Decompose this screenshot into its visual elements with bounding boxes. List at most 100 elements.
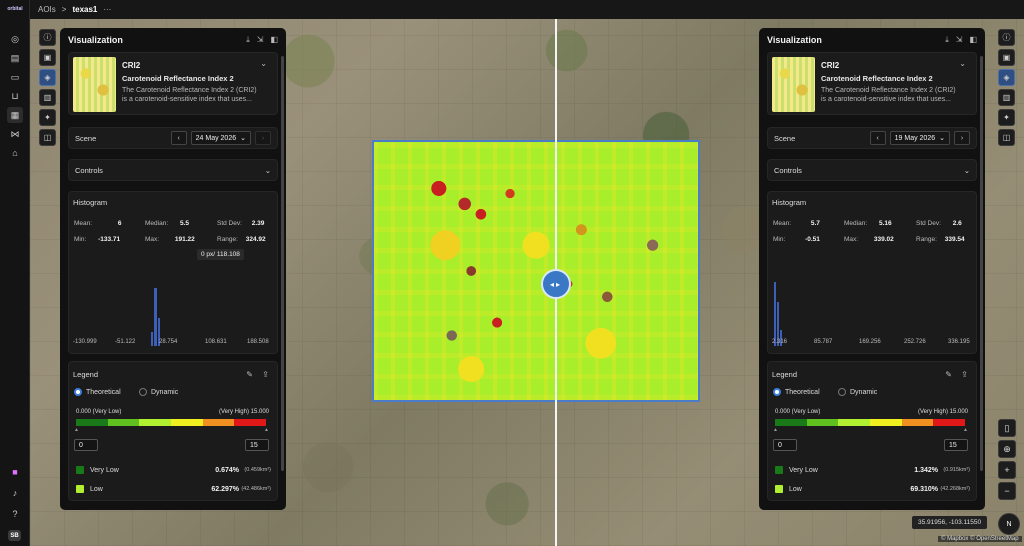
min-value-input[interactable]: 0 xyxy=(74,439,98,451)
sparkle-icon[interactable]: ✦ xyxy=(39,109,56,126)
radio-unselected-icon xyxy=(139,388,147,396)
previous-scene-button[interactable]: ‹ xyxy=(170,131,187,145)
class-swatch xyxy=(76,485,84,493)
class-percent: 69.310% xyxy=(910,485,938,493)
panel-scrollbar[interactable] xyxy=(281,56,284,471)
scene-date-select[interactable]: 24 May 2026 ⌄ xyxy=(190,131,251,145)
next-scene-button[interactable]: › xyxy=(954,131,970,145)
scene-date-select[interactable]: 19 May 2026 ⌄ xyxy=(889,131,950,145)
chevron-down-icon[interactable]: ⌄ xyxy=(959,59,966,68)
slider-handle-high-icon[interactable]: ▲ xyxy=(963,427,968,433)
chart-icon[interactable]: ▥ xyxy=(998,89,1015,106)
histogram-tick: 108.631 xyxy=(205,339,227,345)
panel-toggle-icon[interactable]: ◧ xyxy=(270,35,278,45)
class-percent: 1.342% xyxy=(914,466,938,474)
histogram-title: Histogram xyxy=(772,198,807,207)
map-attribution[interactable]: © Mapbox © OpenStreetMap xyxy=(938,536,1022,542)
image-icon[interactable]: ▣ xyxy=(39,49,56,66)
apps-nav-icon[interactable]: ■ xyxy=(9,466,21,478)
mean-stat: Mean: 5.7 xyxy=(773,220,820,227)
scene-label: Scene xyxy=(774,133,796,143)
scene-row: Scene ‹ 24 May 2026 ⌄ › xyxy=(68,127,278,149)
max-value-input[interactable]: 15 xyxy=(245,439,269,451)
sparkle-icon[interactable]: ✦ xyxy=(998,109,1015,126)
max-value-input[interactable]: 15 xyxy=(944,439,968,451)
mean-label: Mean: xyxy=(773,220,792,227)
dynamic-label: Dynamic xyxy=(151,388,179,396)
theoretical-radio[interactable]: Theoretical xyxy=(773,388,820,396)
split-view-icon[interactable]: ◫ xyxy=(998,129,1015,146)
max-value: 191.22 xyxy=(174,236,195,243)
class-swatch xyxy=(775,466,783,474)
slider-handle-high-icon[interactable]: ▲ xyxy=(264,427,269,433)
left-tool-column: ⓘ ▣ ◈ ▥ ✦ ◫ xyxy=(39,29,57,146)
collapse-icon[interactable]: ⇲ xyxy=(956,35,963,45)
next-scene-button[interactable]: › xyxy=(255,131,271,145)
panel-scrollbar[interactable] xyxy=(980,56,983,471)
min-value: -0.51 xyxy=(805,236,820,243)
layer-card[interactable]: CRI2 Carotenoid Reflectance Index 2 The … xyxy=(68,52,278,115)
min-value-input[interactable]: 0 xyxy=(773,439,797,451)
color-scale-bar[interactable] xyxy=(76,419,267,426)
median-value: 5.5 xyxy=(179,220,189,227)
app-logo[interactable]: orbital xyxy=(7,6,23,14)
breadcrumb-root[interactable]: AOIs xyxy=(38,5,56,14)
panel-toggle-icon[interactable]: ◧ xyxy=(969,35,977,45)
median-label: Median: xyxy=(844,220,868,227)
theoretical-radio[interactable]: Theoretical xyxy=(74,388,121,396)
dynamic-radio[interactable]: Dynamic xyxy=(139,388,178,396)
cart-nav-icon[interactable]: ⊔ xyxy=(9,90,21,102)
info-icon[interactable]: ⓘ xyxy=(39,29,56,46)
layer-card[interactable]: CRI2 Carotenoid Reflectance Index 2 The … xyxy=(767,52,977,115)
workflow-nav-icon[interactable]: ⋈ xyxy=(9,128,21,140)
bell-nav-icon[interactable]: ♪ xyxy=(9,487,21,499)
export-icon[interactable]: ⇪ xyxy=(961,370,968,379)
truck-nav-icon[interactable]: ▭ xyxy=(9,71,21,83)
panel-title: Visualization xyxy=(68,35,123,45)
std-value: 2.6 xyxy=(952,220,962,227)
compass-nav-icon[interactable]: ◎ xyxy=(9,33,21,45)
class-area: (0.915km²) xyxy=(943,467,970,473)
zoom-out-button[interactable]: − xyxy=(998,482,1016,500)
building-nav-icon[interactable]: ⌂ xyxy=(9,147,21,159)
download-icon[interactable]: ⤓ xyxy=(945,35,949,45)
controls-accordion[interactable]: Controls ⌄ xyxy=(767,159,977,181)
median-label: Median: xyxy=(145,220,169,227)
previous-scene-button[interactable]: ‹ xyxy=(869,131,886,145)
slider-handle-low-icon[interactable]: ▲ xyxy=(74,427,79,433)
class-percent: 62.297% xyxy=(211,485,239,493)
compare-swipe-handle[interactable]: ◂▸ xyxy=(541,269,571,299)
edit-icon[interactable]: ✎ xyxy=(246,370,253,379)
dynamic-radio[interactable]: Dynamic xyxy=(838,388,877,396)
zoom-in-button[interactable]: + xyxy=(998,461,1016,479)
mean-value: 6 xyxy=(117,220,122,227)
image-icon[interactable]: ▣ xyxy=(998,49,1015,66)
more-options-icon[interactable]: ··· xyxy=(103,5,111,14)
book-icon[interactable]: ▯ xyxy=(998,419,1016,437)
compass-button[interactable]: N xyxy=(998,513,1020,535)
map-nav-icon[interactable]: ▦ xyxy=(7,107,23,123)
scene-date-value: 24 May 2026 xyxy=(195,134,237,142)
edit-icon[interactable]: ✎ xyxy=(945,370,952,379)
inbox-nav-icon[interactable]: ▤ xyxy=(9,52,21,64)
right-tool-column: ⓘ ▣ ◈ ▥ ✦ ◫ xyxy=(998,29,1016,146)
controls-accordion[interactable]: Controls ⌄ xyxy=(68,159,278,181)
avatar[interactable]: SB xyxy=(8,530,21,541)
layer-thumbnail xyxy=(73,57,116,112)
download-icon[interactable]: ⤓ xyxy=(246,35,250,45)
collapse-icon[interactable]: ⇲ xyxy=(257,35,264,45)
split-view-icon[interactable]: ◫ xyxy=(39,129,56,146)
layers-icon[interactable]: ◈ xyxy=(998,69,1015,86)
chart-icon[interactable]: ▥ xyxy=(39,89,56,106)
controls-label: Controls xyxy=(774,165,802,175)
chevron-down-icon[interactable]: ⌄ xyxy=(260,59,267,68)
color-scale-bar[interactable] xyxy=(775,419,966,426)
export-icon[interactable]: ⇪ xyxy=(262,370,269,379)
help-nav-icon[interactable]: ? xyxy=(9,508,21,520)
locate-icon[interactable]: ⊕ xyxy=(998,440,1016,458)
layers-icon[interactable]: ◈ xyxy=(39,69,56,86)
info-icon[interactable]: ⓘ xyxy=(998,29,1015,46)
max-label: Max: xyxy=(844,236,859,243)
min-label: Min: xyxy=(773,236,786,243)
slider-handle-low-icon[interactable]: ▲ xyxy=(773,427,778,433)
